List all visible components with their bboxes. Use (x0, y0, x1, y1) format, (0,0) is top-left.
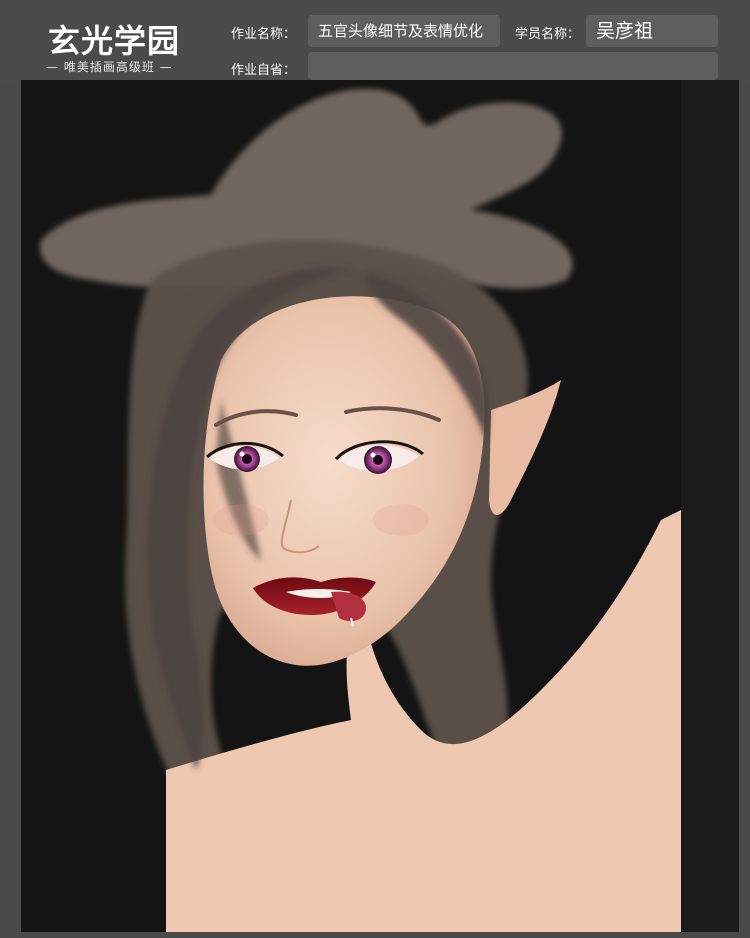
canvas-margin (681, 80, 739, 932)
logo-title: 玄光学园 (48, 22, 181, 60)
self-review-field[interactable] (308, 52, 718, 80)
header-bar: 玄光学园 — 唯美插画高级班 — 作业名称： 五官头像细节及表情优化 学员名称：… (0, 0, 750, 84)
portrait-illustration-icon (21, 80, 739, 932)
logo-subtitle: — 唯美插画高级班 — (46, 60, 173, 74)
brand-logo: 玄光学园 — 唯美插画高级班 — (40, 10, 190, 74)
assignment-name-field[interactable]: 五官头像细节及表情优化 (308, 15, 500, 47)
self-review-label: 作业自省： (231, 63, 297, 78)
right-blush (373, 504, 429, 536)
left-blush (213, 504, 269, 536)
artwork-canvas (21, 80, 739, 932)
assignment-name-label: 作业名称： (231, 27, 297, 42)
student-name-field[interactable]: 吴彦祖 (586, 15, 718, 47)
student-name-label: 学员名称： (515, 27, 581, 42)
